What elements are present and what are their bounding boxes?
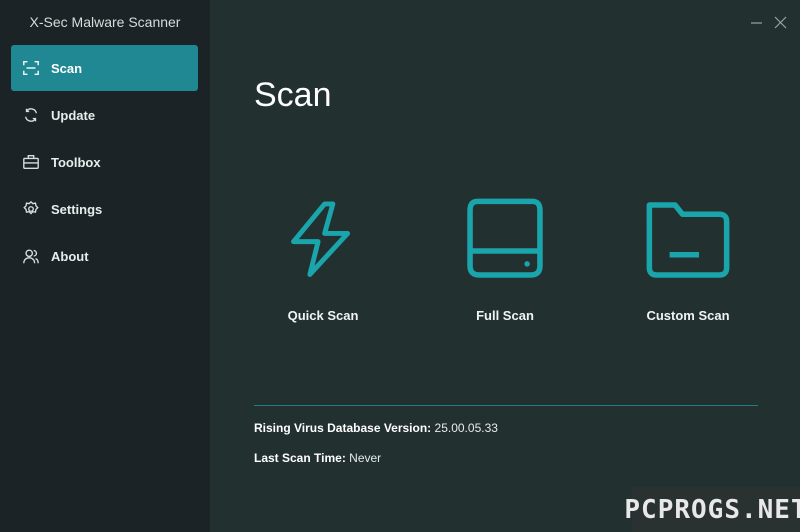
people-icon (21, 246, 41, 266)
app-title: X-Sec Malware Scanner (29, 14, 181, 30)
sidebar-item-label: Scan (51, 60, 83, 76)
custom-scan-label: Custom Scan (646, 308, 730, 323)
sidebar-nav: Scan Update Toolbox Settings About (11, 45, 198, 280)
close-icon (774, 16, 786, 28)
custom-scan-button[interactable]: Custom Scan (603, 190, 773, 340)
page-title: Scan (254, 76, 332, 114)
folder-icon (638, 190, 738, 290)
window-controls (748, 12, 788, 32)
sidebar-item-label: Settings (51, 201, 103, 217)
last-scan-value: Never (349, 451, 382, 465)
sidebar-item-label: Toolbox (51, 154, 101, 170)
divider (254, 405, 758, 406)
sidebar-item-label: About (51, 248, 89, 264)
sidebar: X-Sec Malware Scanner Scan Update Toolbo… (0, 0, 210, 532)
gear-icon (21, 199, 41, 219)
quick-scan-button[interactable]: Quick Scan (238, 190, 408, 340)
sidebar-item-update[interactable]: Update (11, 92, 198, 138)
full-scan-label: Full Scan (476, 308, 534, 323)
last-scan-label: Last Scan Time: (254, 451, 346, 465)
lightning-icon (273, 190, 373, 290)
sidebar-item-settings[interactable]: Settings (11, 186, 198, 232)
full-scan-button[interactable]: Full Scan (420, 190, 590, 340)
watermark: PCPROGS.NET (624, 487, 800, 532)
database-version-value: 25.00.05.33 (434, 421, 498, 435)
minimize-button[interactable] (748, 12, 764, 32)
sidebar-item-toolbox[interactable]: Toolbox (11, 139, 198, 185)
database-version-label: Rising Virus Database Version: (254, 421, 432, 435)
quick-scan-label: Quick Scan (287, 308, 359, 323)
drive-icon (455, 190, 555, 290)
sidebar-item-scan[interactable]: Scan (11, 45, 198, 91)
last-scan-time: Last Scan Time: Never (254, 451, 381, 465)
sidebar-item-about[interactable]: About (11, 233, 198, 279)
database-version: Rising Virus Database Version: 25.00.05.… (254, 421, 498, 435)
close-button[interactable] (772, 12, 788, 32)
sidebar-item-label: Update (51, 107, 96, 123)
minimize-icon (750, 21, 762, 24)
toolbox-icon (21, 152, 41, 172)
scan-frame-icon (21, 58, 41, 78)
refresh-icon (21, 105, 41, 125)
